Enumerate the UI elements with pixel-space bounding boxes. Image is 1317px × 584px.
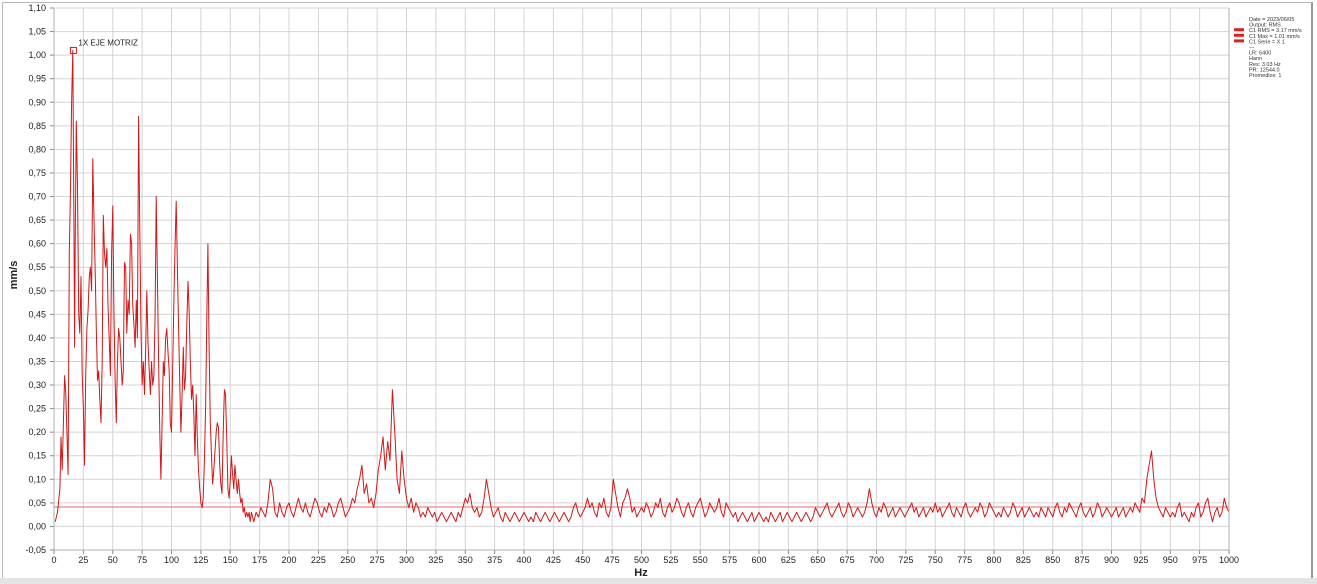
y-tick-label: 0,00 [28, 521, 46, 531]
y-tick-label: 0,20 [28, 427, 46, 437]
legend-footer-line: Promedios: 1 [1249, 73, 1281, 79]
x-tick-label: 300 [399, 555, 414, 565]
x-tick-label: 900 [1104, 555, 1119, 565]
x-tick-label: 450 [575, 555, 590, 565]
x-tick-label: 50 [108, 555, 118, 565]
x-tick-labels: 0 25 50 75 100 125 150 175 200 225 250 275 300 325 350… [51, 550, 1239, 565]
legend-swatch [1234, 39, 1244, 43]
y-tick-label: 0,25 [28, 404, 46, 414]
x-tick-label: 925 [1133, 555, 1148, 565]
y-tick-label: 1,00 [28, 50, 46, 60]
y-tick-label: 0,45 [28, 309, 46, 319]
x-tick-label: 975 [1192, 555, 1207, 565]
y-tick-label: 0,95 [28, 74, 46, 84]
x-tick-label: 325 [428, 555, 443, 565]
x-tick-label: 200 [281, 555, 296, 565]
legend: Date = 2023/06/05Output: RMSC1 RMS = 3.1… [1234, 17, 1302, 79]
y-tick-label: 0,80 [28, 144, 46, 154]
x-tick-label: 850 [1045, 555, 1060, 565]
x-tick-label: 950 [1163, 555, 1178, 565]
legend-swatch [1234, 33, 1244, 37]
x-tick-label: 550 [693, 555, 708, 565]
y-tick-label: 1,10 [28, 3, 46, 13]
grid-lines [53, 7, 1230, 551]
x-tick-label: 75 [137, 555, 147, 565]
x-tick-label: 725 [898, 555, 913, 565]
x-tick-label: 150 [223, 555, 238, 565]
y-tick-label: 0,15 [28, 451, 46, 461]
x-tick-label: 100 [164, 555, 179, 565]
x-tick-label: 875 [1075, 555, 1090, 565]
peak-annotation: 1X EJE MOTRIZ [69, 38, 138, 54]
y-tick-label: 0,55 [28, 262, 46, 272]
x-tick-label: 425 [546, 555, 561, 565]
x-tick-label: 475 [605, 555, 620, 565]
x-tick-label: 750 [928, 555, 943, 565]
legend-swatch [1234, 28, 1244, 32]
x-tick-label: 400 [516, 555, 531, 565]
x-tick-label: 25 [78, 555, 88, 565]
y-tick-label: 0,70 [28, 192, 46, 202]
x-tick-label: 625 [781, 555, 796, 565]
x-tick-label: 1000 [1219, 555, 1239, 565]
y-tick-label: 0,30 [28, 380, 46, 390]
x-axis-title: Hz [634, 567, 648, 579]
x-tick-label: 275 [370, 555, 385, 565]
x-tick-label: 675 [840, 555, 855, 565]
peak-annotation-label: 1X EJE MOTRIZ [78, 38, 138, 47]
y-tick-label: 0,50 [28, 286, 46, 296]
x-tick-label: 575 [722, 555, 737, 565]
x-tick-label: 650 [810, 555, 825, 565]
x-tick-label: 825 [1016, 555, 1031, 565]
x-tick-label: 600 [751, 555, 766, 565]
y-tick-label: 0,05 [28, 498, 46, 508]
y-tick-label: 0,90 [28, 97, 46, 107]
x-tick-label: 125 [193, 555, 208, 565]
y-tick-label: 0,85 [28, 121, 46, 131]
y-tick-label: 0,35 [28, 356, 46, 366]
x-tick-label: 775 [957, 555, 972, 565]
y-tick-label: 0,65 [28, 215, 46, 225]
y-tick-labels: -0,05 0,00 0,05 0,10 0,15 0,20 0,25 0,30 0,35 0,4… [25, 3, 54, 555]
x-tick-label: 175 [252, 555, 267, 565]
x-tick-label: 700 [869, 555, 884, 565]
peak-marker[interactable] [69, 46, 77, 54]
spectrum-chart: -0,05 0,00 0,05 0,10 0,15 0,20 0,25 0,30 0,35 0,4… [8, 3, 1302, 579]
y-tick-label: 0,10 [28, 474, 46, 484]
y-axis-title: mm/s [8, 261, 20, 290]
x-tick-label: 375 [487, 555, 502, 565]
x-tick-label: 225 [311, 555, 326, 565]
y-tick-label: 0,60 [28, 239, 46, 249]
y-tick-label: 1,05 [28, 27, 46, 37]
x-tick-label: 350 [458, 555, 473, 565]
x-tick-label: 0 [51, 555, 56, 565]
x-tick-label: 250 [340, 555, 355, 565]
x-tick-label: 800 [986, 555, 1001, 565]
x-tick-label: 500 [634, 555, 649, 565]
x-tick-label: 525 [663, 555, 678, 565]
y-tick-label: 0,75 [28, 168, 46, 178]
y-tick-label: -0,05 [25, 545, 46, 555]
y-tick-label: 0,40 [28, 333, 46, 343]
